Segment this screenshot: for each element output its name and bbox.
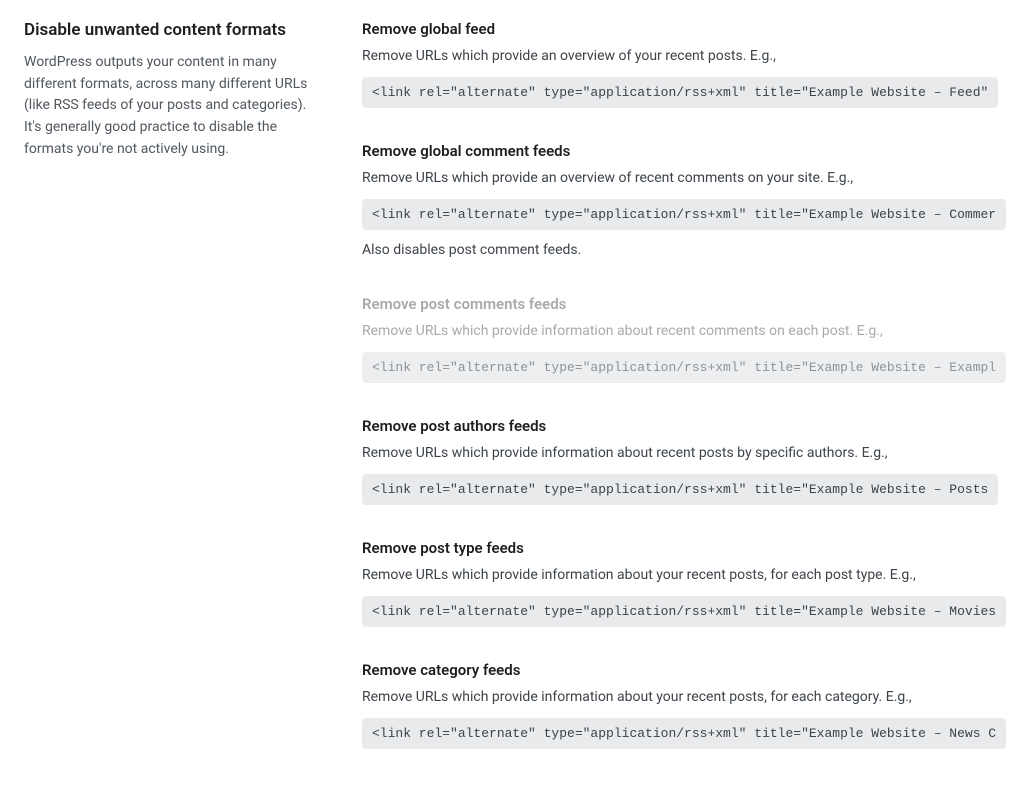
setting-extra-note: Also disables post comment feeds.	[362, 240, 1006, 261]
setting-description: Remove URLs which provide information ab…	[362, 687, 1006, 708]
setting-description: Remove URLs which provide an overview of…	[362, 46, 998, 67]
setting-post-comments-feeds: Remove post comments feedsRemove URLs wh…	[362, 295, 1000, 383]
setting-title: Remove post type feeds	[362, 539, 1006, 557]
setting-title: Remove post comments feeds	[362, 295, 1006, 313]
sidebar: Disable unwanted content formats WordPre…	[24, 20, 314, 783]
setting-code-example: <link rel="alternate" type="application/…	[362, 474, 998, 505]
setting-title: Remove post authors feeds	[362, 417, 998, 435]
setting-description: Remove URLs which provide information ab…	[362, 321, 1006, 342]
setting-global-feed: Remove global feed Remove URLs which prov…	[362, 20, 1000, 108]
setting-code-example: <link rel="alternate" type="application/…	[362, 199, 1006, 230]
setting-post-authors-feeds: Remove post authors feeds Remove URLs whi…	[362, 417, 1000, 505]
setting-code-example: <link rel="alternate" type="application/…	[362, 352, 1006, 383]
setting-title: Remove global comment feeds	[362, 142, 1006, 160]
setting-code-example: <link rel="alternate" type="application/…	[362, 596, 1006, 627]
setting-code-example: <link rel="alternate" type="application/…	[362, 718, 1006, 749]
setting-post-type-feeds: Remove post type feedsRemove URLs which …	[362, 539, 1000, 627]
setting-title: Remove global feed	[362, 20, 998, 38]
setting-code-example: <link rel="alternate" type="application/…	[362, 77, 998, 108]
setting-title: Remove category feeds	[362, 661, 1006, 679]
setting-description: Remove URLs which provide information ab…	[362, 443, 998, 464]
setting-category-feeds: Remove category feedsRemove URLs which p…	[362, 661, 1000, 749]
setting-global-comment-feeds: Remove global comment feedsRemove URLs w…	[362, 142, 1000, 261]
setting-description: Remove URLs which provide information ab…	[362, 565, 1006, 586]
setting-description: Remove URLs which provide an overview of…	[362, 168, 1006, 189]
section-title: Disable unwanted content formats	[24, 20, 314, 40]
settings-list: Remove global feed Remove URLs which prov…	[362, 20, 1000, 783]
section-description: WordPress outputs your content in many d…	[24, 52, 314, 160]
